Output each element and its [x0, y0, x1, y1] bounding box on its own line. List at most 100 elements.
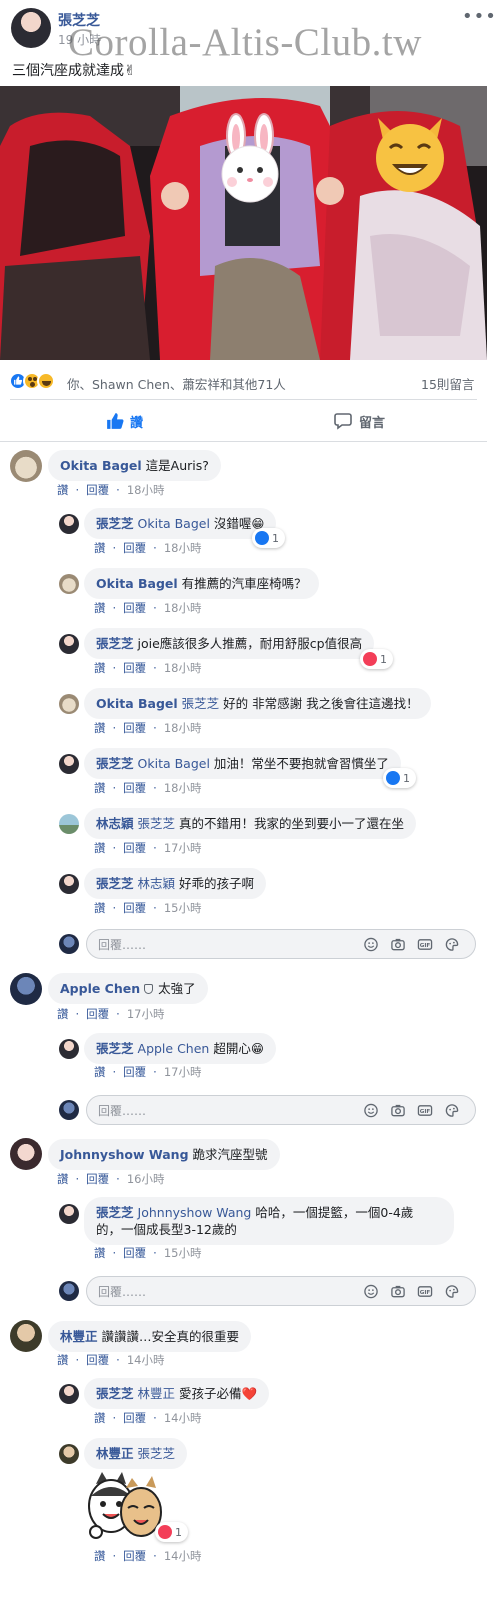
- reply-time[interactable]: 18小時: [164, 601, 202, 615]
- reply-like-link[interactable]: 讚: [94, 1411, 106, 1425]
- reply-reply-link[interactable]: 回覆: [123, 841, 146, 855]
- avatar[interactable]: [59, 814, 79, 834]
- comment-time[interactable]: 14小時: [127, 1353, 165, 1367]
- reply-time[interactable]: 18小時: [164, 721, 202, 735]
- gif-icon[interactable]: GIF: [417, 1103, 433, 1118]
- reply-mention[interactable]: 林豐正: [138, 1386, 176, 1401]
- comment-time[interactable]: 18小時: [127, 483, 165, 497]
- avatar[interactable]: [59, 634, 79, 654]
- reaction-icons[interactable]: [9, 372, 65, 390]
- reply-reply-link[interactable]: 回覆: [123, 1065, 146, 1079]
- reply-reply-link[interactable]: 回覆: [123, 721, 146, 735]
- reply-input[interactable]: 回覆…… GIF: [86, 1276, 476, 1306]
- camera-icon[interactable]: [390, 1103, 406, 1118]
- avatar[interactable]: [10, 1138, 42, 1170]
- avatar[interactable]: [10, 1320, 42, 1352]
- comment-author[interactable]: 林豐正: [60, 1329, 98, 1344]
- emoji-icon[interactable]: [363, 1103, 379, 1118]
- comment-like-link[interactable]: 讚: [57, 1007, 69, 1021]
- comment-reply-link[interactable]: 回覆: [86, 483, 109, 497]
- reply-author[interactable]: 張芝芝: [96, 1041, 134, 1056]
- reply-time[interactable]: 14小時: [164, 1411, 202, 1425]
- avatar[interactable]: [59, 1039, 79, 1059]
- reply-time[interactable]: 14小時: [164, 1549, 202, 1563]
- reply-author[interactable]: 張芝芝: [96, 756, 134, 771]
- reactions-summary[interactable]: 你、Shawn Chen、蕭宏祥和其他71人: [67, 374, 286, 393]
- reply-author[interactable]: Okita Bagel: [96, 696, 178, 711]
- comment-reply-link[interactable]: 回覆: [86, 1172, 109, 1186]
- comment-like-link[interactable]: 讚: [57, 483, 69, 497]
- emoji-icon[interactable]: [363, 1284, 379, 1299]
- avatar[interactable]: [59, 574, 79, 594]
- reply-time[interactable]: 15小時: [164, 1246, 202, 1260]
- reply-reply-link[interactable]: 回覆: [123, 541, 146, 555]
- sticker-icon[interactable]: [444, 1284, 460, 1299]
- reply-mention[interactable]: Apple Chen: [138, 1041, 210, 1056]
- reply-like-link[interactable]: 讚: [94, 1246, 106, 1260]
- reply-like-link[interactable]: 讚: [94, 661, 106, 675]
- sticker-image[interactable]: [82, 1470, 162, 1540]
- gif-icon[interactable]: GIF: [417, 1284, 433, 1299]
- avatar[interactable]: [59, 1384, 79, 1404]
- reply-like-link[interactable]: 讚: [94, 1065, 106, 1079]
- reply-reply-link[interactable]: 回覆: [123, 901, 146, 915]
- reply-like-link[interactable]: 讚: [94, 721, 106, 735]
- reply-like-link[interactable]: 讚: [94, 901, 106, 915]
- reply-mention[interactable]: Okita Bagel: [138, 516, 210, 531]
- reply-time[interactable]: 18小時: [164, 661, 202, 675]
- reply-input[interactable]: 回覆…… GIF: [86, 1095, 476, 1125]
- reply-like-link[interactable]: 讚: [94, 841, 106, 855]
- reply-reply-link[interactable]: 回覆: [123, 661, 146, 675]
- reaction-badge[interactable]: 1: [360, 649, 393, 669]
- reply-time[interactable]: 18小時: [164, 781, 202, 795]
- reply-mention[interactable]: 張芝芝: [138, 816, 176, 831]
- reaction-badge[interactable]: 1: [155, 1522, 188, 1542]
- reply-mention[interactable]: Okita Bagel: [138, 756, 210, 771]
- reply-mention[interactable]: 張芝芝: [138, 1446, 176, 1461]
- reply-like-link[interactable]: 讚: [94, 781, 106, 795]
- reply-reply-link[interactable]: 回覆: [123, 781, 146, 795]
- reply-author[interactable]: 張芝芝: [96, 876, 134, 891]
- camera-icon[interactable]: [390, 1284, 406, 1299]
- comment-author[interactable]: Okita Bagel: [60, 458, 142, 473]
- avatar[interactable]: [59, 874, 79, 894]
- avatar[interactable]: [10, 450, 42, 482]
- comment-time[interactable]: 17小時: [127, 1007, 165, 1021]
- reply-author[interactable]: 林志穎: [96, 816, 134, 831]
- reply-time[interactable]: 17小時: [164, 1065, 202, 1079]
- avatar[interactable]: [59, 1444, 79, 1464]
- comments-count[interactable]: 15則留言: [421, 374, 474, 393]
- reply-time[interactable]: 17小時: [164, 841, 202, 855]
- reply-reply-link[interactable]: 回覆: [123, 1246, 146, 1260]
- gif-icon[interactable]: GIF: [417, 937, 433, 952]
- camera-icon[interactable]: [390, 937, 406, 952]
- reaction-badge[interactable]: 1: [383, 768, 416, 788]
- avatar[interactable]: [59, 694, 79, 714]
- comment-like-link[interactable]: 讚: [57, 1353, 69, 1367]
- reply-mention[interactable]: Johnnyshow Wang: [138, 1205, 252, 1220]
- reply-author[interactable]: 張芝芝: [96, 1386, 134, 1401]
- reply-like-link[interactable]: 讚: [94, 541, 106, 555]
- ellipsis-icon[interactable]: •••: [462, 6, 497, 27]
- avatar[interactable]: [59, 754, 79, 774]
- reply-like-link[interactable]: 讚: [94, 1549, 106, 1563]
- reply-author[interactable]: 張芝芝: [96, 1205, 134, 1220]
- post-photo[interactable]: [0, 86, 487, 360]
- reply-time[interactable]: 18小時: [164, 541, 202, 555]
- comment-time[interactable]: 16小時: [127, 1172, 165, 1186]
- like-button[interactable]: 讚: [106, 410, 143, 432]
- comment-reply-link[interactable]: 回覆: [86, 1353, 109, 1367]
- comment-author[interactable]: Johnnyshow Wang: [60, 1147, 189, 1162]
- reply-mention[interactable]: 張芝芝: [182, 696, 220, 711]
- comment-reply-link[interactable]: 回覆: [86, 1007, 109, 1021]
- avatar[interactable]: [59, 1204, 79, 1224]
- reply-reply-link[interactable]: 回覆: [123, 1411, 146, 1425]
- reply-author[interactable]: 林豐正: [96, 1446, 134, 1461]
- reply-mention[interactable]: 林志穎: [138, 876, 176, 891]
- sticker-icon[interactable]: [444, 1103, 460, 1118]
- reply-like-link[interactable]: 讚: [94, 601, 106, 615]
- post-author-avatar[interactable]: [11, 8, 51, 48]
- emoji-icon[interactable]: [363, 937, 379, 952]
- reply-author[interactable]: Okita Bagel: [96, 576, 178, 591]
- reply-input[interactable]: 回覆…… GIF: [86, 929, 476, 959]
